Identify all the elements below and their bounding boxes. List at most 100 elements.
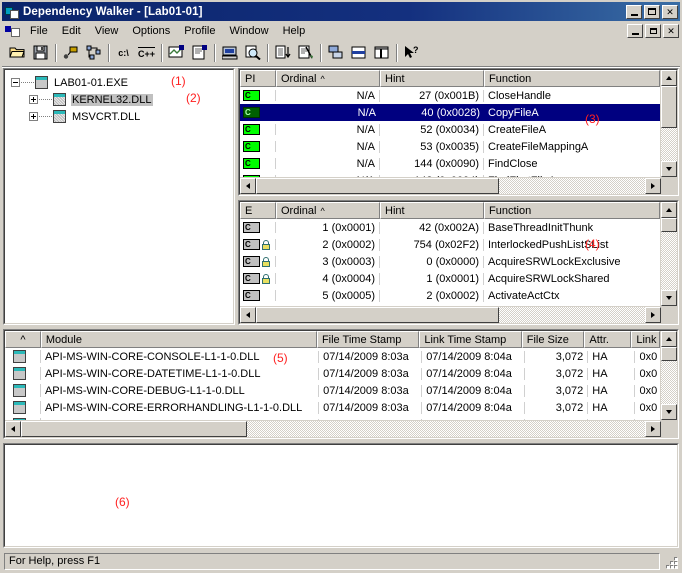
scroll-down-button[interactable] <box>661 161 677 177</box>
tree-node-label: LAB01-01.EXE <box>54 76 128 89</box>
tree-expander-expand-icon[interactable] <box>29 95 38 104</box>
cmd-prompt-icon[interactable]: c:\ <box>112 42 135 64</box>
cell-file-time-stamp: 07/14/2009 8:03a <box>319 367 423 380</box>
save-icon[interactable] <box>29 42 52 64</box>
table-row[interactable]: C 4 (0x0004) 1 (0x0001) AcquireSRWLockSh… <box>240 270 660 287</box>
exports-vertical-scrollbar[interactable] <box>660 202 677 306</box>
menu-item-window[interactable]: Window <box>222 23 275 39</box>
mdi-close-button[interactable]: ✕ <box>663 23 679 38</box>
menu-item-view[interactable]: View <box>88 23 126 39</box>
minimize-button[interactable] <box>626 4 642 19</box>
table-row[interactable]: API-MS-WIN-CORE-DATETIME-L1-1-0.DLL 07/1… <box>5 365 660 382</box>
exports-horizontal-scrollbar[interactable] <box>240 306 677 323</box>
properties-icon[interactable] <box>188 42 211 64</box>
imports-vertical-scrollbar[interactable] <box>660 70 677 177</box>
table-row[interactable]: API-MS-WIN-CORE-ERRORHANDLING-L1-1-0.DLL… <box>5 399 660 416</box>
find-icon[interactable] <box>241 42 264 64</box>
mdi-restore-button[interactable] <box>645 23 661 38</box>
cell-file-size: 3,072 <box>525 350 589 363</box>
exports-column-function[interactable]: Function <box>484 202 660 219</box>
exports-column-e[interactable]: E <box>240 202 276 219</box>
log-output[interactable] <box>5 445 677 546</box>
open-icon[interactable] <box>6 42 29 64</box>
modules-column-module[interactable]: Module <box>40 331 317 348</box>
scroll-up-button[interactable] <box>661 331 677 347</box>
scroll-thumb[interactable] <box>256 307 499 323</box>
scroll-left-button[interactable] <box>5 421 21 437</box>
exports-column-ordinal[interactable]: Ordinal ^ <box>276 202 380 219</box>
modules-column-file-size[interactable]: File Size <box>521 331 585 348</box>
scroll-thumb[interactable] <box>661 218 677 232</box>
modules-column-sort[interactable]: ^ <box>5 331 41 348</box>
scroll-right-button[interactable] <box>645 307 661 323</box>
menu-item-options[interactable]: Options <box>125 23 177 39</box>
scroll-thumb[interactable] <box>256 178 499 194</box>
scroll-thumb[interactable] <box>661 347 677 361</box>
view-tree-icon[interactable] <box>82 42 105 64</box>
menu-item-edit[interactable]: Edit <box>55 23 88 39</box>
modules-column-attr[interactable]: Attr. <box>584 331 632 348</box>
help-context-icon[interactable]: ? <box>400 42 423 64</box>
table-row[interactable]: C N/A 53 (0x0035) CreateFileMappingA <box>240 138 660 155</box>
auto-expand-icon[interactable] <box>324 42 347 64</box>
tree-expander-expand-icon[interactable] <box>29 112 38 121</box>
table-row[interactable]: C N/A 40 (0x0028) CopyFileA <box>240 104 660 121</box>
tree-node-kernel32-dll[interactable]: KERNEL32.DLL <box>11 91 233 108</box>
tree-node-msvcrt-dll[interactable]: MSVCRT.DLL <box>11 108 233 125</box>
table-row[interactable]: C 1 (0x0001) 42 (0x002A) BaseThreadInitT… <box>240 219 660 236</box>
table-row[interactable]: C N/A 52 (0x0034) CreateFileA <box>240 121 660 138</box>
imports-column-ordinal[interactable]: Ordinal ^ <box>276 70 380 87</box>
maximize-button[interactable] <box>644 4 660 19</box>
menu-item-file[interactable]: File <box>23 23 55 39</box>
expand-all-icon[interactable] <box>165 42 188 64</box>
table-row[interactable]: API-MS-WIN-CORE-CONSOLE-L1-1-0.DLL 07/14… <box>5 348 660 365</box>
scroll-down-button[interactable] <box>661 290 677 306</box>
close-button[interactable]: ✕ <box>662 4 678 19</box>
scroll-thumb[interactable] <box>21 421 247 437</box>
tree-expander-collapse-icon[interactable] <box>11 78 20 87</box>
modules-vertical-scrollbar[interactable] <box>660 331 677 420</box>
scroll-up-button[interactable] <box>661 70 677 86</box>
resize-grip-icon[interactable] <box>663 554 678 569</box>
exported-functions-list[interactable]: E Ordinal ^ Hint Function C 1 (0x0001) 4… <box>240 202 677 323</box>
scroll-down-button[interactable] <box>661 404 677 420</box>
module-tree[interactable]: LAB01-01.EXE KERNEL32.DLL MSVCRT.DLL (1)… <box>5 70 233 323</box>
system-info-icon[interactable] <box>218 42 241 64</box>
modules-column-link[interactable]: Link <box>631 331 660 348</box>
scroll-right-button[interactable] <box>645 421 661 437</box>
modules-horizontal-scrollbar[interactable] <box>5 420 677 437</box>
imports-column-pi[interactable]: PI <box>240 70 276 87</box>
table-row[interactable]: C N/A 27 (0x001B) CloseHandle <box>240 87 660 104</box>
scroll-right-button[interactable] <box>645 178 661 194</box>
module-list-pane: ^ Module File Time Stamp Link Time Stamp… <box>3 329 679 439</box>
module-list[interactable]: ^ Module File Time Stamp Link Time Stamp… <box>5 331 677 437</box>
scroll-left-button[interactable] <box>240 178 256 194</box>
scroll-up-button[interactable] <box>661 202 677 218</box>
arrow-down-icon <box>666 410 672 414</box>
clear-log-icon[interactable] <box>294 42 317 64</box>
table-row[interactable]: C 2 (0x0002) 754 (0x02F2) InterlockedPus… <box>240 236 660 253</box>
imports-column-function[interactable]: Function <box>484 70 660 87</box>
modules-column-file-time-stamp[interactable]: File Time Stamp <box>316 331 420 348</box>
mdi-minimize-button[interactable] <box>627 23 643 38</box>
horizontal-split-icon[interactable] <box>347 42 370 64</box>
table-row[interactable]: C 3 (0x0003) 0 (0x0000) AcquireSRWLockEx… <box>240 253 660 270</box>
mdi-document-icon[interactable] <box>5 24 20 38</box>
module-search-order-icon[interactable] <box>59 42 82 64</box>
table-row[interactable]: C 5 (0x0005) 2 (0x0002) ActivateActCtx <box>240 287 660 304</box>
menu-item-profile[interactable]: Profile <box>177 23 222 39</box>
vertical-split-icon[interactable] <box>370 42 393 64</box>
menu-item-help[interactable]: Help <box>276 23 313 39</box>
imports-horizontal-scrollbar[interactable] <box>240 177 677 194</box>
scroll-left-button[interactable] <box>240 307 256 323</box>
table-row[interactable]: C N/A 144 (0x0090) FindClose <box>240 155 660 172</box>
undecorate-cpp-icon[interactable]: C++ <box>135 42 158 64</box>
exports-column-hint[interactable]: Hint <box>380 202 484 219</box>
tree-node-lab01-01-exe[interactable]: LAB01-01.EXE <box>11 74 233 91</box>
scroll-thumb[interactable] <box>661 86 677 128</box>
sort-icon[interactable] <box>271 42 294 64</box>
modules-column-link-time-stamp[interactable]: Link Time Stamp <box>419 331 522 348</box>
imported-functions-list[interactable]: PI Ordinal ^ Hint Function C N/A 27 (0x0… <box>240 70 677 194</box>
imports-column-hint[interactable]: Hint <box>380 70 484 87</box>
table-row[interactable]: API-MS-WIN-CORE-DEBUG-L1-1-0.DLL 07/14/2… <box>5 382 660 399</box>
